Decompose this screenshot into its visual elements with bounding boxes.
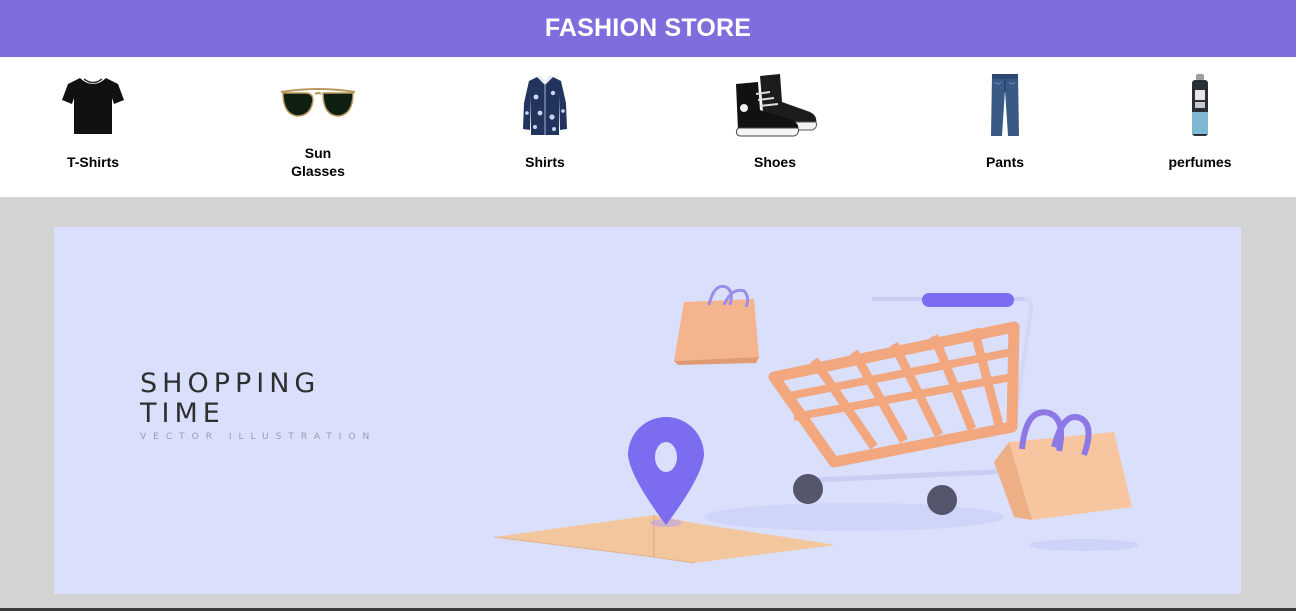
- category-label-line2: Glasses: [291, 163, 345, 179]
- sunglasses-icon: [238, 69, 398, 141]
- category-shirts[interactable]: Shirts: [465, 57, 625, 197]
- category-shoes[interactable]: Shoes: [695, 57, 855, 197]
- category-label: Shoes: [753, 154, 796, 170]
- promo-banner[interactable]: SHOPPING TIME VECTOR ILLUSTRATION: [54, 227, 1241, 594]
- category-label: Sun Glasses: [238, 144, 398, 180]
- category-tshirts[interactable]: T-Shirts: [13, 57, 173, 197]
- category-label: T-Shirts: [66, 154, 120, 170]
- category-pants[interactable]: Pants: [925, 57, 1085, 197]
- perfume-icon: [1120, 69, 1280, 141]
- pants-icon: [925, 69, 1085, 141]
- category-perfumes[interactable]: perfumes: [1120, 57, 1280, 197]
- site-header: FASHION STORE: [0, 0, 1296, 57]
- category-sunglasses[interactable]: Sun Glasses: [238, 57, 398, 197]
- category-bar: T-Shirts Sun Glasses Shirts Shoes Pants …: [0, 57, 1296, 197]
- category-label: Pants: [985, 154, 1025, 170]
- store-title: FASHION STORE: [544, 14, 752, 42]
- shoes-icon: [695, 69, 855, 141]
- shopping-cart-illustration: [493, 284, 1139, 564]
- category-label-line1: Sun: [304, 145, 332, 161]
- category-label: Shirts: [525, 154, 565, 170]
- category-label: perfumes: [1168, 154, 1232, 170]
- tshirt-icon: [13, 69, 173, 141]
- shirt-icon: [465, 69, 625, 141]
